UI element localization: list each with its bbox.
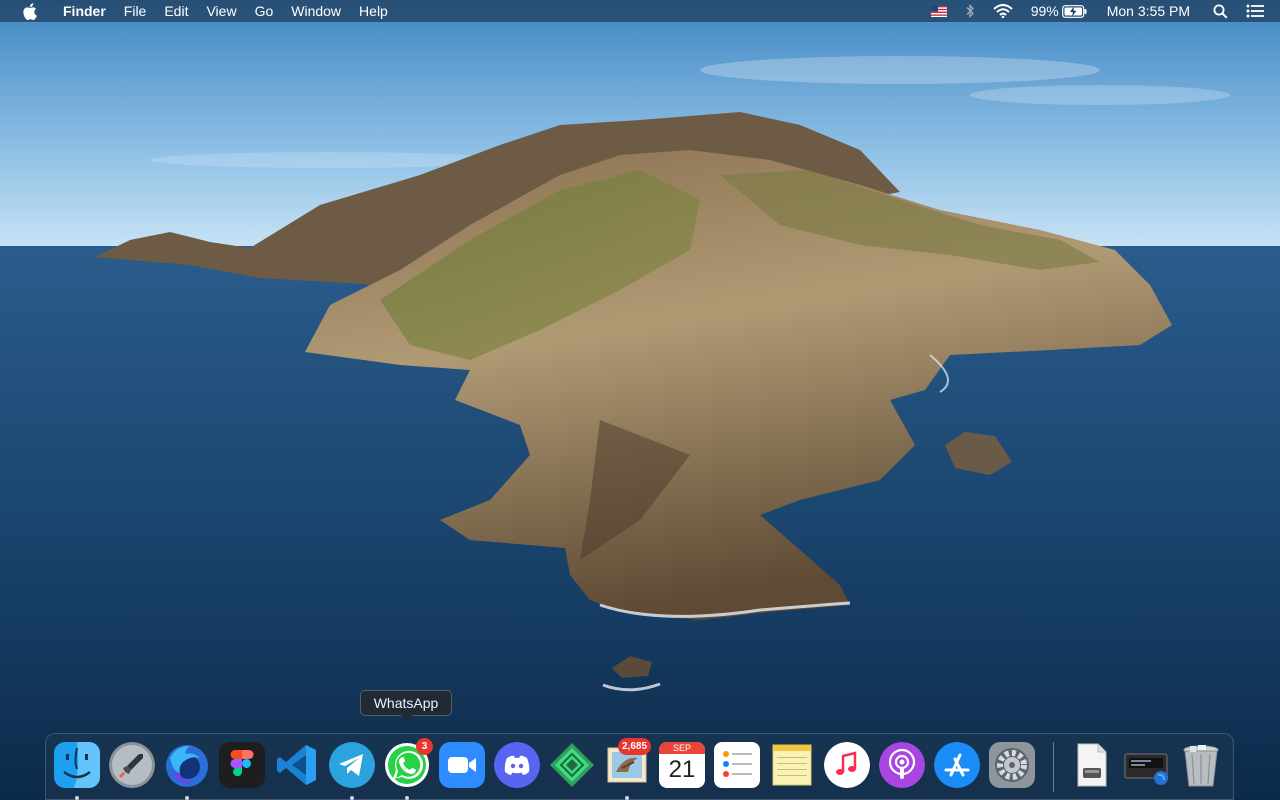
calendar-icon: SEP 21 <box>659 742 705 788</box>
calendar-day: 21 <box>668 756 696 783</box>
dock-item-documents[interactable] <box>1068 742 1114 788</box>
dock-item-discord[interactable] <box>494 742 540 788</box>
dock-item-calendar[interactable]: SEP 21 <box>659 742 705 788</box>
dock-item-reminders[interactable] <box>714 742 760 788</box>
launchpad-icon <box>109 742 155 788</box>
dock-item-system-preferences[interactable] <box>989 742 1035 788</box>
calendar-month: SEP <box>672 743 691 753</box>
document-stack-icon <box>1068 742 1114 788</box>
android-studio-icon <box>549 742 595 788</box>
dock-separator <box>1053 742 1054 792</box>
menu-file[interactable]: File <box>115 0 156 22</box>
dock-item-launchpad[interactable] <box>109 742 155 788</box>
notification-center-icon[interactable] <box>1246 0 1264 22</box>
firefox-icon <box>164 742 210 788</box>
dock-item-firefox[interactable] <box>164 742 210 800</box>
menu-clock[interactable]: Mon 3:55 PM <box>1107 0 1190 22</box>
notification-badge: 2,685 <box>618 738 652 755</box>
desktop-wallpaper <box>0 0 1280 800</box>
downloads-stack-icon <box>1123 742 1169 788</box>
running-indicator <box>350 796 354 800</box>
dock-item-notes[interactable] <box>769 742 815 788</box>
menu-app-finder[interactable]: Finder <box>54 0 115 22</box>
system-preferences-icon <box>989 742 1035 788</box>
app-store-icon <box>934 742 980 788</box>
trash-icon <box>1178 742 1224 788</box>
dock: 3 2,685 SEP 21 <box>45 733 1234 800</box>
menu-help[interactable]: Help <box>350 0 397 22</box>
vscode-icon <box>274 742 320 788</box>
discord-icon <box>494 742 540 788</box>
figma-icon <box>219 742 265 788</box>
running-indicator <box>75 796 79 800</box>
zoom-icon <box>439 742 485 788</box>
dock-item-downloads[interactable] <box>1123 742 1169 788</box>
bluetooth-icon[interactable] <box>965 0 975 22</box>
music-icon <box>824 742 870 788</box>
dock-item-zoom[interactable] <box>439 742 485 788</box>
finder-icon <box>54 742 100 788</box>
dock-item-whatsapp[interactable]: 3 <box>384 738 433 800</box>
podcasts-icon <box>879 742 925 788</box>
dock-item-mail[interactable]: 2,685 <box>604 738 652 800</box>
dock-item-finder[interactable] <box>54 742 100 800</box>
dock-item-app-store[interactable] <box>934 742 980 788</box>
menu-edit[interactable]: Edit <box>155 0 197 22</box>
reminders-icon <box>714 742 760 788</box>
running-indicator <box>405 796 409 800</box>
running-indicator <box>625 796 629 800</box>
notification-badge: 3 <box>416 738 433 755</box>
battery-percent[interactable]: 99% <box>1031 0 1059 22</box>
apple-menu-icon[interactable] <box>18 0 40 22</box>
input-source-flag-icon[interactable] <box>930 0 947 22</box>
spotlight-search-icon[interactable] <box>1213 0 1228 22</box>
notes-icon <box>769 742 815 788</box>
dock-item-vscode[interactable] <box>274 742 320 788</box>
dock-item-trash[interactable] <box>1178 742 1224 788</box>
menu-bar: Finder File Edit View Go Window Help 99%… <box>0 0 1280 22</box>
battery-charging-icon[interactable] <box>1061 0 1088 22</box>
telegram-icon <box>329 742 375 788</box>
running-indicator <box>185 796 189 800</box>
dock-item-android-studio[interactable] <box>549 742 595 788</box>
dock-item-music[interactable] <box>824 742 870 788</box>
dock-item-telegram[interactable] <box>329 742 375 800</box>
dock-item-figma[interactable] <box>219 742 265 788</box>
menu-window[interactable]: Window <box>282 0 350 22</box>
dock-item-podcasts[interactable] <box>879 742 925 788</box>
menu-go[interactable]: Go <box>246 0 283 22</box>
dock-tooltip: WhatsApp <box>360 690 452 722</box>
menu-view[interactable]: View <box>197 0 245 22</box>
wifi-icon[interactable] <box>993 0 1013 22</box>
